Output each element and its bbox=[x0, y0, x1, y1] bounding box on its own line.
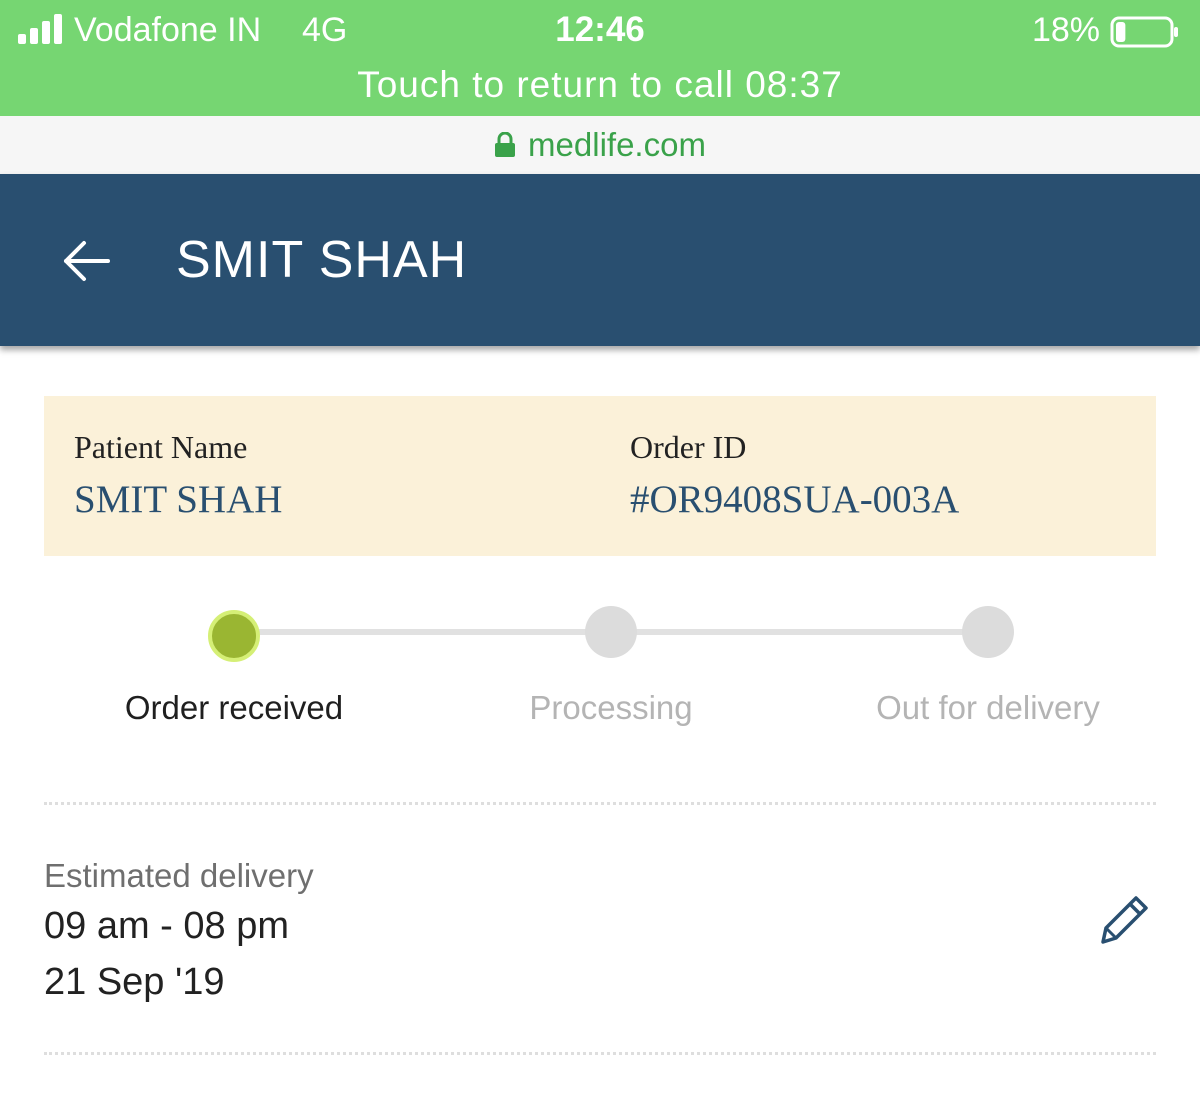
status-bar[interactable]: Vodafone IN 4G 12:46 18% Touch to return… bbox=[0, 0, 1200, 116]
step-label-out-for-delivery: Out for delivery bbox=[876, 689, 1100, 726]
delivery-date: 21 Sep '19 bbox=[44, 961, 225, 1003]
battery-icon bbox=[1110, 16, 1178, 48]
divider bbox=[44, 802, 1156, 805]
app-header: SMIT SHAH bbox=[0, 174, 1200, 346]
order-id-block: Order ID #OR9408SUA-003A bbox=[630, 426, 959, 526]
order-progress-tracker: Order received Processing Out for delive… bbox=[0, 600, 1200, 740]
step-label-order-received: Order received bbox=[124, 689, 344, 726]
page-title: SMIT SHAH bbox=[176, 231, 468, 289]
pencil-icon[interactable] bbox=[1096, 892, 1152, 948]
patient-name-value: SMIT SHAH bbox=[74, 478, 283, 521]
order-id-label: Order ID bbox=[630, 429, 747, 465]
patient-name-label: Patient Name bbox=[74, 429, 248, 465]
order-info-card: Patient Name SMIT SHAH Order ID #OR9408S… bbox=[44, 396, 1156, 556]
estimated-delivery-label: Estimated delivery bbox=[44, 857, 314, 894]
battery-percent: 18% bbox=[1031, 11, 1100, 49]
lock-icon bbox=[495, 132, 516, 157]
step-label-processing: Processing bbox=[529, 689, 693, 726]
estimated-delivery-section: Estimated delivery 09 am - 08 pm 21 Sep … bbox=[44, 854, 314, 1008]
order-id-value: #OR9408SUA-003A bbox=[630, 478, 960, 521]
step-dot-order-received bbox=[208, 610, 260, 662]
step-dot-processing bbox=[585, 606, 637, 658]
url-domain: medlife.com bbox=[528, 126, 706, 163]
delivery-time-window: 09 am - 08 pm bbox=[44, 905, 289, 947]
back-arrow-icon[interactable] bbox=[62, 238, 112, 284]
clock: 12:46 bbox=[555, 10, 645, 49]
url-bar[interactable]: medlife.com bbox=[0, 116, 1200, 174]
return-to-call-banner[interactable]: Touch to return to call 08:37 bbox=[0, 62, 1200, 108]
divider bbox=[44, 1052, 1156, 1055]
patient-name-block: Patient Name SMIT SHAH bbox=[74, 426, 282, 526]
step-dot-out-for-delivery bbox=[962, 606, 1014, 658]
